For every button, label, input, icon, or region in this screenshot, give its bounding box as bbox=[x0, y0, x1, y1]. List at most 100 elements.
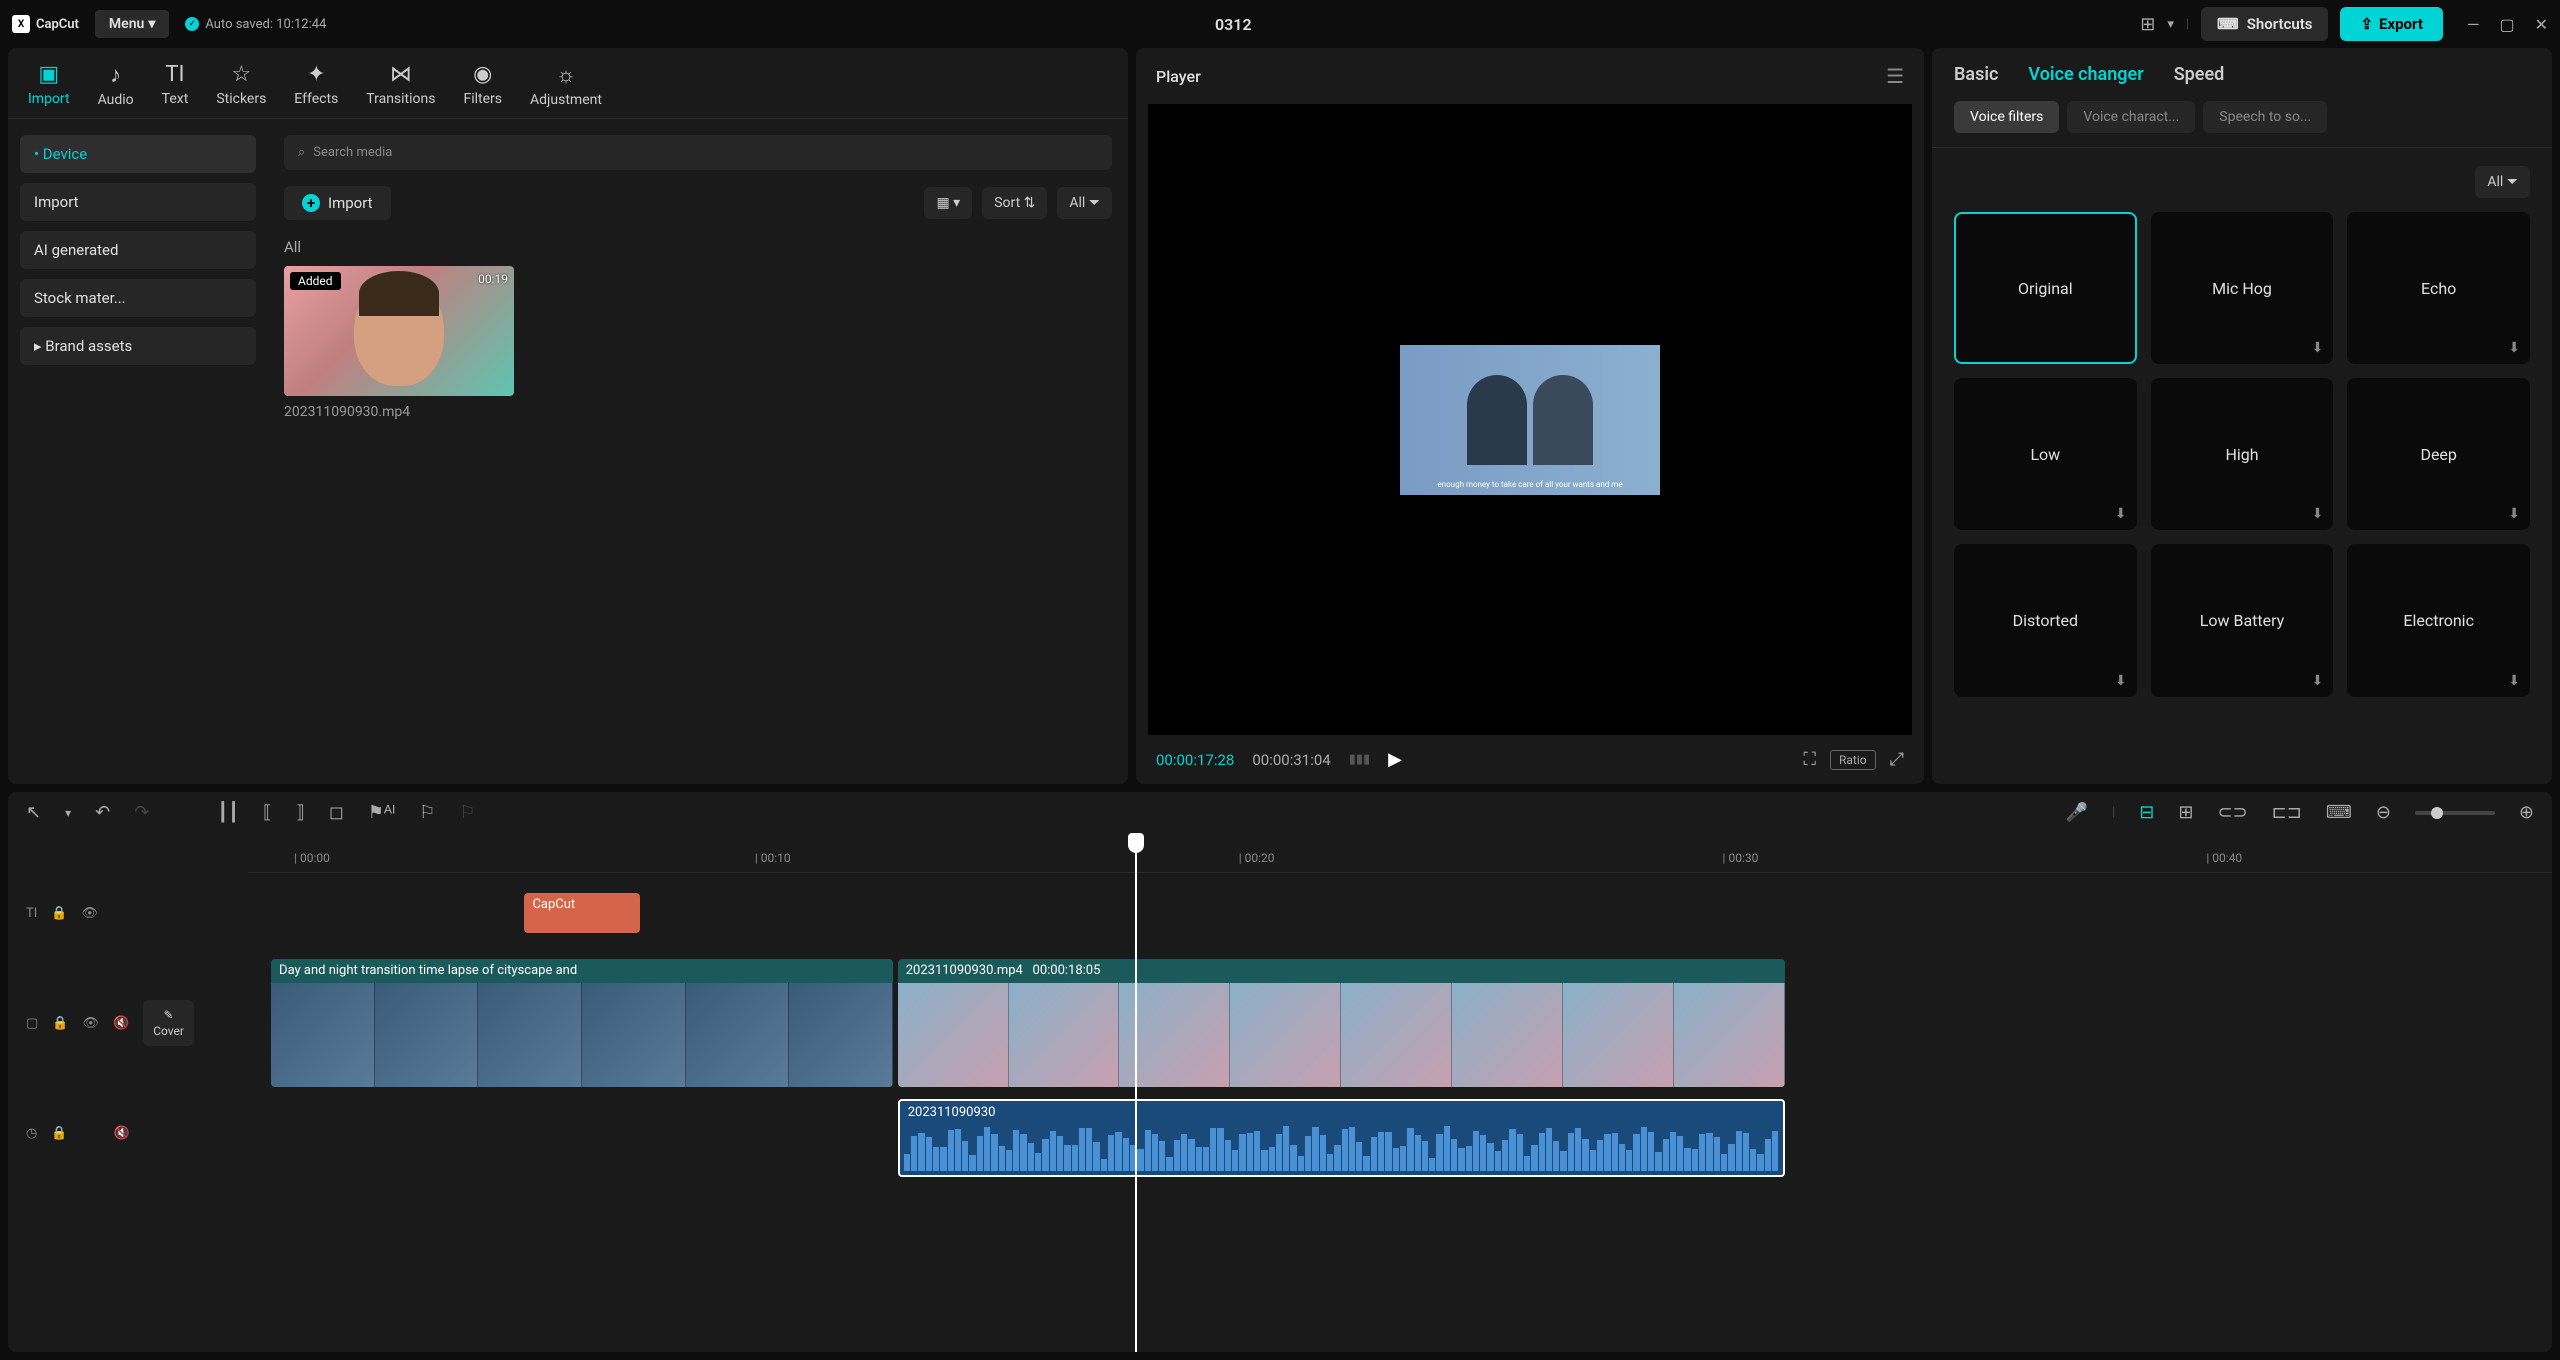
ratio-button[interactable]: Ratio bbox=[1830, 750, 1876, 770]
search-input[interactable]: ⌕ Search media bbox=[284, 135, 1112, 170]
ai-tool[interactable]: ⚑ᴬᴵ bbox=[368, 802, 395, 823]
filter-all-dropdown[interactable]: All ⏷ bbox=[2475, 166, 2530, 198]
download-icon: ⬇ bbox=[2115, 506, 2127, 522]
voice-filter-low[interactable]: Low⬇ bbox=[1954, 378, 2137, 530]
player-menu-icon[interactable]: ☰ bbox=[1886, 64, 1904, 88]
snap-toggle[interactable]: ⊟ bbox=[2139, 802, 2154, 823]
download-icon: ⬇ bbox=[2312, 673, 2324, 689]
menu-button[interactable]: Menu ▾ bbox=[95, 10, 169, 38]
video-track-header: ▢ 🔒 👁 🔇 ✎ Cover bbox=[8, 953, 248, 1093]
added-badge: Added bbox=[290, 272, 341, 290]
adjustment-icon: ☼ bbox=[556, 62, 576, 88]
mic-icon[interactable]: 🎤 bbox=[2066, 802, 2088, 823]
track-tool-3[interactable]: ⌨ bbox=[2326, 802, 2352, 823]
play-button[interactable]: ▶ bbox=[1388, 749, 1402, 770]
media-tab-adjustment[interactable]: ☼Adjustment bbox=[530, 62, 602, 118]
sort-button[interactable]: Sort ⇅ bbox=[982, 187, 1047, 219]
import-button[interactable]: + Import bbox=[284, 186, 391, 220]
audio-icon: ♪ bbox=[110, 62, 121, 88]
inspector-tab-speed[interactable]: Speed bbox=[2174, 64, 2225, 85]
project-title[interactable]: 0312 bbox=[342, 15, 2124, 34]
inspector-tab-voice-changer[interactable]: Voice changer bbox=[2028, 64, 2143, 85]
redo-button[interactable]: ↷ bbox=[134, 802, 149, 823]
export-button[interactable]: ⇪ Export bbox=[2340, 7, 2443, 41]
voice-filter-original[interactable]: Original bbox=[1954, 212, 2137, 364]
view-grid-button[interactable]: ▦ ▾ bbox=[924, 187, 972, 219]
maximize-button[interactable]: ▢ bbox=[2499, 15, 2514, 34]
sidebar-item-stock-mater-[interactable]: Stock mater... bbox=[20, 279, 256, 317]
media-tab-text[interactable]: TIText bbox=[162, 62, 189, 118]
dropdown-icon[interactable]: ▾ bbox=[2167, 17, 2174, 32]
sidebar-item-device[interactable]: • Device bbox=[20, 135, 256, 173]
voice-filter-echo[interactable]: Echo⬇ bbox=[2347, 212, 2530, 364]
video-clip-2[interactable]: 202311090930.mp4 00:00:18:05 bbox=[898, 959, 1785, 1087]
import-icon: ▣ bbox=[38, 62, 59, 87]
voice-filter-distorted[interactable]: Distorted⬇ bbox=[1954, 544, 2137, 696]
voice-filter-mic-hog[interactable]: Mic Hog⬇ bbox=[2151, 212, 2334, 364]
cover-button[interactable]: ✎ Cover bbox=[143, 1000, 194, 1046]
zoom-in-button[interactable]: ⊕ bbox=[2519, 802, 2534, 823]
sidebar-item-ai-generated[interactable]: AI generated bbox=[20, 231, 256, 269]
eye-icon[interactable]: 👁 bbox=[82, 1016, 99, 1031]
zoom-slider[interactable] bbox=[2415, 811, 2495, 815]
app-logo: X CapCut bbox=[12, 15, 79, 33]
media-tab-audio[interactable]: ♪Audio bbox=[98, 62, 134, 118]
undo-button[interactable]: ↶ bbox=[95, 802, 110, 823]
lock-icon[interactable]: 🔒 bbox=[52, 1016, 68, 1031]
media-clip[interactable]: Added 00:19 202311090930.mp4 bbox=[284, 266, 514, 420]
voice-filter-deep[interactable]: Deep⬇ bbox=[2347, 378, 2530, 530]
sidebar-item-import[interactable]: Import bbox=[20, 183, 256, 221]
split-tool[interactable]: ┃┃ bbox=[217, 802, 239, 823]
media-tab-filters[interactable]: ◉Filters bbox=[463, 62, 502, 118]
ruler-tick: | 00:00 bbox=[294, 851, 330, 865]
mute-icon[interactable]: 🔇 bbox=[114, 1126, 130, 1141]
lock-icon[interactable]: 🔒 bbox=[51, 1126, 67, 1141]
inspector-tab-basic[interactable]: Basic bbox=[1954, 64, 1998, 85]
crop-tool[interactable]: ◻ bbox=[329, 802, 344, 823]
scan-icon[interactable]: ⛶ bbox=[1803, 749, 1816, 770]
fullscreen-icon[interactable]: ⤢ bbox=[1890, 749, 1904, 770]
section-label: All bbox=[284, 238, 1112, 256]
voice-filter-electronic[interactable]: Electronic⬇ bbox=[2347, 544, 2530, 696]
trim-right-tool[interactable]: ⟧ bbox=[296, 802, 305, 823]
track-tool-1[interactable]: ⊞ bbox=[2178, 802, 2193, 823]
timeline: ↖ ▾ ↶ ↷ ┃┃ ⟦ ⟧ ◻ ⚑ᴬᴵ ⚐ ⚐ 🎤 | ⊟ ⊞ ⊂⊃ ⊏⊐ ⌨… bbox=[8, 792, 2552, 1352]
lock-icon[interactable]: 🔒 bbox=[51, 906, 67, 921]
stickers-icon: ☆ bbox=[231, 62, 251, 87]
media-tab-stickers[interactable]: ☆Stickers bbox=[216, 62, 266, 118]
close-button[interactable]: ✕ bbox=[2535, 15, 2548, 34]
volume-bars-icon[interactable]: ▮▮▮ bbox=[1349, 752, 1370, 767]
link-tool[interactable]: ⊂⊃ bbox=[2217, 802, 2247, 823]
media-tab-import[interactable]: ▣Import bbox=[28, 62, 70, 118]
layout-icon[interactable]: ⊞ bbox=[2140, 14, 2155, 35]
tool-dropdown[interactable]: ▾ bbox=[65, 806, 71, 820]
text-track-icon: TI bbox=[26, 906, 37, 921]
audio-track-header: ◷ 🔒 🔇 bbox=[8, 1093, 248, 1173]
playhead[interactable] bbox=[1135, 833, 1137, 1352]
download-icon: ⬇ bbox=[2508, 340, 2520, 356]
video-clip-1[interactable]: Day and night transition time lapse of c… bbox=[271, 959, 893, 1087]
player-viewport[interactable]: enough money to take care of all your wa… bbox=[1148, 104, 1912, 735]
media-tab-transitions[interactable]: ⋈Transitions bbox=[366, 62, 435, 118]
inspector-subtab-0[interactable]: Voice filters bbox=[1954, 101, 2059, 133]
voice-filter-low-battery[interactable]: Low Battery⬇ bbox=[2151, 544, 2334, 696]
minimize-button[interactable]: — bbox=[2467, 15, 2480, 34]
mute-icon[interactable]: 🔇 bbox=[113, 1016, 129, 1031]
inspector-subtab-2[interactable]: Speech to so... bbox=[2203, 101, 2327, 133]
select-tool[interactable]: ↖ bbox=[26, 802, 41, 823]
inspector-subtab-1[interactable]: Voice charact... bbox=[2067, 101, 2195, 133]
eye-icon[interactable]: 👁 bbox=[81, 906, 98, 921]
text-clip[interactable]: CapCut bbox=[524, 893, 639, 933]
media-tab-effects[interactable]: ✦Effects bbox=[294, 62, 338, 118]
zoom-out-button[interactable]: ⊖ bbox=[2376, 802, 2391, 823]
marker-tool[interactable]: ⚐ bbox=[419, 802, 435, 823]
audio-clip[interactable]: 202311090930 bbox=[898, 1099, 1785, 1177]
shortcuts-button[interactable]: ⌨ Shortcuts bbox=[2201, 7, 2328, 41]
trim-left-tool[interactable]: ⟦ bbox=[263, 802, 272, 823]
voice-filter-high[interactable]: High⬇ bbox=[2151, 378, 2334, 530]
sidebar-item-brand-assets[interactable]: ▸ Brand assets bbox=[20, 327, 256, 365]
download-icon: ⬇ bbox=[2115, 673, 2127, 689]
upload-icon: ⇪ bbox=[2360, 15, 2373, 33]
filter-all-button[interactable]: All ⏷ bbox=[1057, 187, 1112, 219]
track-tool-2[interactable]: ⊏⊐ bbox=[2272, 802, 2302, 823]
